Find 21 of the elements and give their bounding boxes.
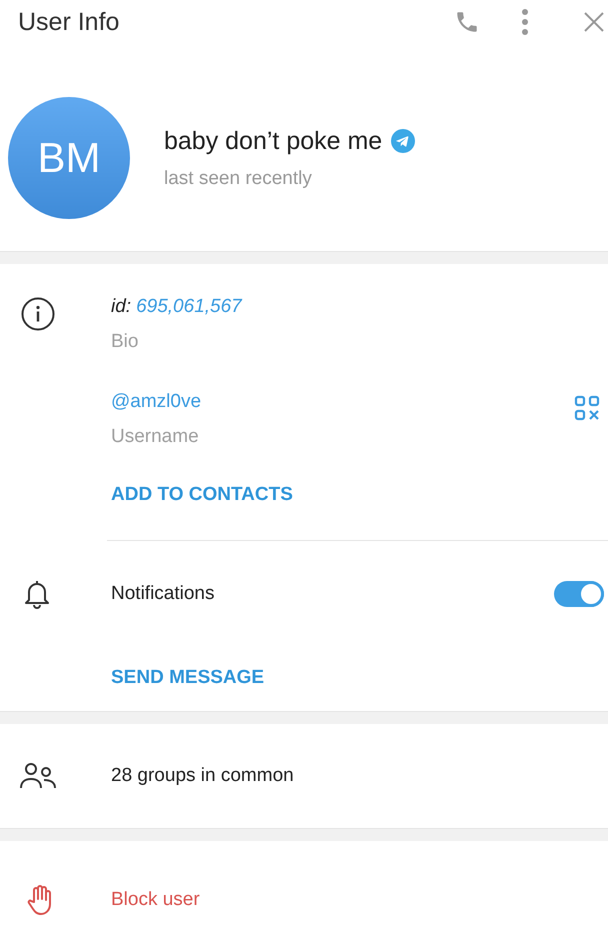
close-icon[interactable] bbox=[582, 10, 606, 34]
last-seen-status: last seen recently bbox=[164, 168, 313, 190]
avatar: BM bbox=[8, 97, 130, 219]
info-icon bbox=[20, 296, 56, 332]
hand-icon bbox=[26, 884, 54, 916]
notifications-toggle[interactable] bbox=[554, 581, 604, 607]
id-label: id: bbox=[111, 296, 132, 318]
user-name: baby don’t poke me bbox=[164, 126, 382, 156]
more-options-icon[interactable] bbox=[520, 7, 530, 37]
username-value: @amzl0ve bbox=[111, 391, 202, 413]
send-message-button[interactable]: SEND MESSAGE bbox=[111, 667, 264, 689]
groups-in-common-link[interactable]: 28 groups in common bbox=[111, 765, 294, 787]
bio-label: Bio bbox=[111, 331, 140, 353]
add-to-contacts-button[interactable]: ADD TO CONTACTS bbox=[111, 484, 293, 506]
notifications-label: Notifications bbox=[111, 583, 216, 605]
qr-code-icon[interactable] bbox=[574, 394, 600, 420]
block-user-button[interactable]: Block user bbox=[111, 889, 200, 911]
people-icon bbox=[19, 762, 57, 790]
id-value: 695,061,567 bbox=[136, 296, 242, 318]
window-title: User Info bbox=[18, 8, 120, 36]
username-label: Username bbox=[111, 426, 200, 448]
